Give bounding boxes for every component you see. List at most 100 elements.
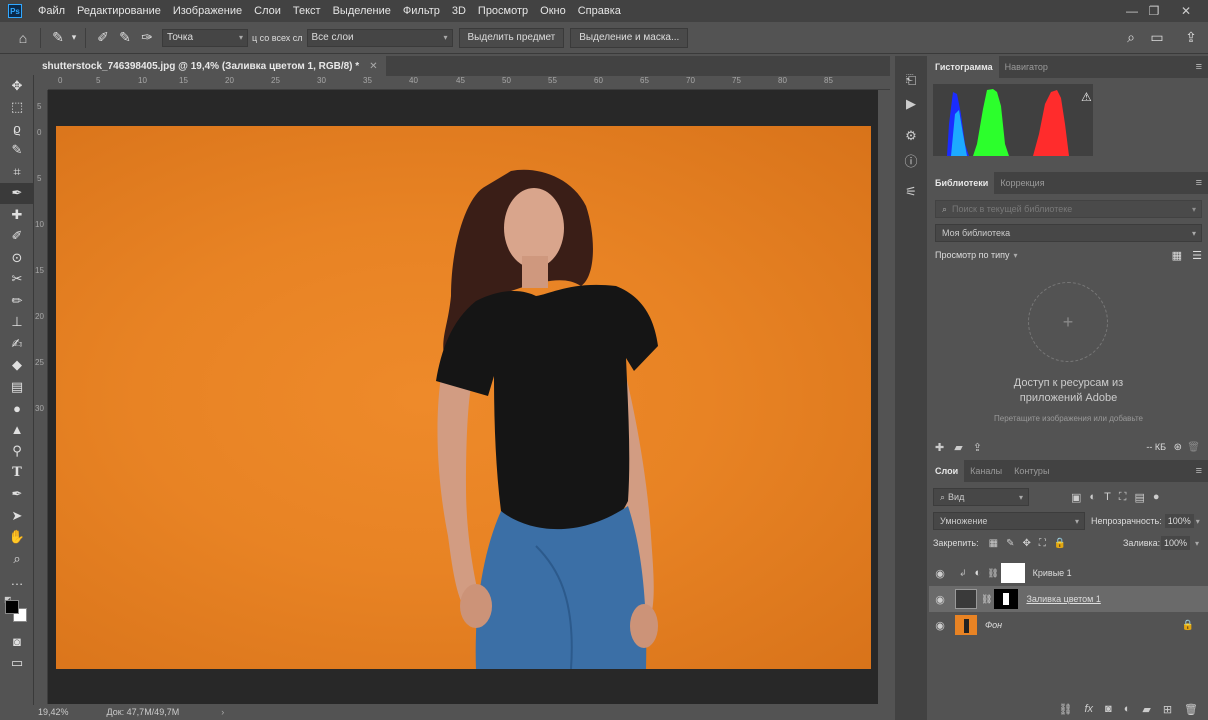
visibility-eye-icon[interactable]: ◉ bbox=[929, 567, 951, 580]
adjust-icon[interactable]: ⚟ bbox=[895, 180, 927, 204]
tool-preset-icon[interactable]: ✎ bbox=[47, 29, 69, 46]
new-group-icon[interactable]: ▰ bbox=[1142, 703, 1150, 716]
tab-navigator[interactable]: Навигатор bbox=[999, 56, 1054, 78]
actions-play-icon[interactable]: ▶ bbox=[895, 92, 927, 116]
path-select-tool-icon[interactable]: ➤ bbox=[0, 505, 34, 527]
close-tab-icon[interactable]: ✕ bbox=[369, 61, 377, 72]
sharpen-tool-icon[interactable]: ▲ bbox=[0, 419, 34, 441]
layer-mask-thumbnail[interactable] bbox=[994, 589, 1019, 609]
add-icon[interactable]: ✚ bbox=[935, 441, 944, 454]
list-view-icon[interactable]: ☰ bbox=[1192, 249, 1202, 262]
panel-menu-icon[interactable]: ≡ bbox=[1196, 61, 1202, 73]
crop-tool-icon[interactable]: ⌗ bbox=[0, 161, 34, 183]
sample-size-select[interactable]: Точка ▾ bbox=[162, 28, 248, 47]
layer-row-background[interactable]: ◉ Фон 🔒 bbox=[929, 612, 1208, 638]
vertical-scrollbar[interactable] bbox=[878, 90, 890, 704]
chevron-down-icon[interactable]: ▾ bbox=[1196, 517, 1200, 526]
layer-kind-select[interactable]: ⌕ Вид ▾ bbox=[933, 488, 1029, 506]
photoshop-logo-icon[interactable]: Ps bbox=[8, 4, 22, 18]
info-icon[interactable]: ⓘ bbox=[895, 148, 927, 172]
gradient-tool-icon[interactable]: ▤ bbox=[0, 376, 34, 398]
lasso-tool-icon[interactable]: ϱ bbox=[0, 118, 34, 140]
blur-tool-icon[interactable]: ● bbox=[0, 398, 34, 420]
tab-histogram[interactable]: Гистограмма bbox=[929, 56, 999, 78]
layer-mask-thumbnail[interactable] bbox=[1000, 563, 1025, 583]
dodge-tool-icon[interactable]: ⚲ bbox=[0, 441, 34, 463]
curves-adjustment-icon[interactable]: ◐ bbox=[975, 567, 982, 579]
chevron-down-icon[interactable]: ▾ bbox=[1014, 251, 1018, 260]
workspace-icon[interactable]: ▭ bbox=[1146, 29, 1168, 46]
shape-filter-icon[interactable]: ⛶ bbox=[1119, 491, 1127, 504]
clone-stamp-tool-icon[interactable]: ⊙ bbox=[0, 247, 34, 269]
menu-help[interactable]: Справка bbox=[572, 0, 627, 22]
lock-artboard-icon[interactable]: ⛶ bbox=[1039, 538, 1046, 549]
color-swatches[interactable]: ◩ bbox=[0, 591, 34, 631]
add-circle-icon[interactable]: + bbox=[1028, 282, 1108, 362]
document-tab[interactable]: shutterstock_746398405.jpg @ 19,4% (Зали… bbox=[34, 56, 386, 76]
warning-icon[interactable]: ⚠ bbox=[1081, 90, 1092, 104]
marquee-tool-icon[interactable]: ⬚ bbox=[0, 97, 34, 119]
fill-color-thumbnail[interactable] bbox=[955, 589, 977, 609]
history-icon[interactable]: ⎗ bbox=[895, 68, 927, 92]
menu-edit[interactable]: Редактирование bbox=[71, 0, 167, 22]
trash-icon[interactable]: 🗑 bbox=[1187, 442, 1200, 453]
eraser-tool-icon[interactable]: ✏ bbox=[0, 290, 34, 312]
fill-field[interactable]: 100% bbox=[1161, 536, 1191, 550]
restore-icon[interactable]: ❐ bbox=[1140, 0, 1168, 22]
menu-layers[interactable]: Слои bbox=[248, 0, 287, 22]
close-window-icon[interactable]: ✕ bbox=[1172, 0, 1200, 22]
brush-subtract-icon[interactable]: ✑ bbox=[136, 29, 158, 46]
delete-layer-icon[interactable]: 🗑 bbox=[1184, 703, 1198, 716]
layer-name[interactable]: Фон bbox=[985, 620, 1002, 630]
history-brush-tool-icon[interactable]: ✂ bbox=[0, 269, 34, 291]
pixel-filter-icon[interactable]: ▣ bbox=[1071, 491, 1081, 504]
grid-view-icon[interactable]: ▦ bbox=[1172, 249, 1182, 262]
adjustment-filter-icon[interactable]: ◐ bbox=[1089, 491, 1096, 503]
tab-paths[interactable]: Контуры bbox=[1008, 460, 1055, 482]
lock-all-icon[interactable]: 🔒 bbox=[1054, 538, 1066, 549]
brush-tool-icon[interactable]: ✐ bbox=[0, 226, 34, 248]
chevron-right-icon[interactable]: › bbox=[221, 707, 224, 717]
tab-adjustments[interactable]: Коррекция bbox=[994, 172, 1050, 194]
select-subject-button[interactable]: Выделить предмет bbox=[458, 27, 565, 48]
paint-bucket-tool-icon[interactable]: ◆ bbox=[0, 355, 34, 377]
brush-add-icon[interactable]: ✎ bbox=[114, 29, 136, 46]
panel-menu-icon[interactable]: ≡ bbox=[1196, 177, 1202, 189]
type-tool-icon[interactable]: T bbox=[0, 462, 34, 484]
link-icon[interactable]: ⛓ bbox=[987, 568, 998, 579]
layer-row-fill-color[interactable]: ◉ ⛓ Заливка цветом 1 bbox=[929, 586, 1208, 612]
lock-pixels-icon[interactable]: ✎ bbox=[1006, 538, 1014, 549]
library-select[interactable]: Моя библиотека ▾ bbox=[935, 224, 1202, 242]
folder-icon[interactable]: ▰ bbox=[954, 441, 962, 454]
home-icon[interactable]: ⌂ bbox=[12, 30, 34, 46]
menu-type[interactable]: Текст bbox=[287, 0, 327, 22]
menu-view[interactable]: Просмотр bbox=[472, 0, 534, 22]
hand-tool-icon[interactable]: ✋ bbox=[0, 527, 34, 549]
menu-window[interactable]: Окно bbox=[534, 0, 572, 22]
link-icon[interactable]: ⛓ bbox=[981, 594, 992, 605]
select-and-mask-button[interactable]: Выделение и маска... bbox=[570, 27, 689, 48]
new-adjustment-icon[interactable]: ◐ bbox=[1124, 703, 1131, 715]
chevron-down-icon[interactable]: ▾ bbox=[69, 32, 79, 43]
tab-channels[interactable]: Каналы bbox=[964, 460, 1008, 482]
document-photo[interactable] bbox=[56, 126, 871, 669]
visibility-eye-icon[interactable]: ◉ bbox=[929, 619, 951, 632]
panel-menu-icon[interactable]: ≡ bbox=[1196, 465, 1202, 477]
quick-select-tool-icon[interactable]: ✎ bbox=[0, 140, 34, 162]
link-layers-icon[interactable]: ⛓ bbox=[1059, 703, 1073, 716]
layer-row-curves[interactable]: ◉ ↲ ◐ ⛓ Кривые 1 bbox=[929, 560, 1208, 586]
brush-new-icon[interactable]: ✐ bbox=[92, 29, 114, 46]
menu-image[interactable]: Изображение bbox=[167, 0, 248, 22]
menu-select[interactable]: Выделение bbox=[327, 0, 397, 22]
healing-brush-tool-icon[interactable]: ✚ bbox=[0, 204, 34, 226]
blend-mode-select[interactable]: Умножение ▾ bbox=[933, 512, 1085, 530]
screen-mode-icon[interactable]: ▭ bbox=[0, 653, 34, 675]
smart-object-filter-icon[interactable]: ▤ bbox=[1135, 491, 1145, 504]
background-thumbnail[interactable] bbox=[955, 615, 977, 635]
upload-icon[interactable]: ⇪ bbox=[973, 441, 982, 454]
sample-layers-select[interactable]: Все слои ▾ bbox=[306, 28, 453, 47]
fx-icon[interactable]: fx bbox=[1084, 703, 1093, 715]
canvas-area[interactable] bbox=[48, 90, 878, 704]
zoom-level[interactable]: 19,42% bbox=[38, 707, 69, 717]
opacity-field[interactable]: 100% bbox=[1164, 514, 1194, 528]
